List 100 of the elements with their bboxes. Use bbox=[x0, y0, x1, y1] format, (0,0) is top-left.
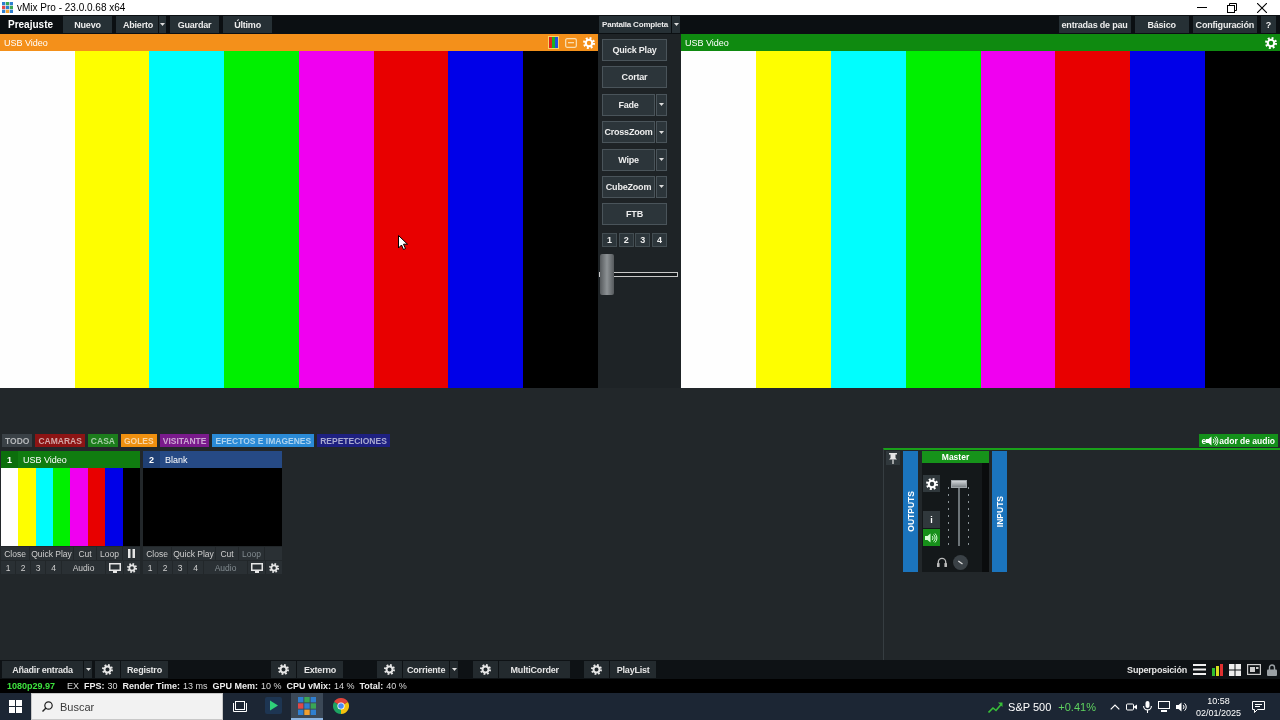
transition-button[interactable]: FTB bbox=[602, 203, 667, 226]
info-button[interactable]: i bbox=[923, 511, 940, 528]
search-field[interactable]: Buscar bbox=[31, 693, 223, 720]
overlay-number-button[interactable]: 3 bbox=[173, 561, 187, 574]
dropdown-button[interactable] bbox=[656, 175, 667, 198]
outputs-button[interactable]: OUTPUTS bbox=[903, 451, 918, 572]
menu-button[interactable]: Configuración bbox=[1192, 16, 1257, 33]
speaker-icon[interactable] bbox=[1175, 701, 1188, 712]
number-button[interactable]: 3 bbox=[635, 233, 651, 248]
dropdown-button[interactable] bbox=[84, 661, 92, 678]
transition-button[interactable]: Quick Play bbox=[602, 39, 667, 61]
list-icon[interactable] bbox=[1193, 664, 1206, 675]
transition-button[interactable]: Wipe bbox=[602, 148, 655, 171]
network-icon[interactable] bbox=[1157, 701, 1170, 712]
gear-icon bbox=[127, 562, 137, 573]
dropdown-button[interactable] bbox=[656, 93, 667, 116]
overlay-number-button[interactable]: 1 bbox=[143, 561, 157, 574]
transition-button[interactable]: Cortar bbox=[602, 66, 667, 89]
dropdown-button[interactable] bbox=[672, 16, 680, 33]
monitor-button[interactable] bbox=[106, 561, 123, 574]
screen-icon[interactable] bbox=[1247, 664, 1261, 675]
menu-button[interactable]: Último bbox=[223, 16, 273, 33]
microphone-icon[interactable] bbox=[1142, 700, 1152, 713]
gear-icon[interactable] bbox=[1265, 36, 1277, 49]
transition-button[interactable]: CrossZoom bbox=[602, 121, 655, 144]
volume-knob[interactable] bbox=[953, 554, 968, 570]
toolbar-button[interactable]: Añadir entrada bbox=[2, 661, 83, 678]
stat-value: 40 % bbox=[386, 681, 407, 691]
input-control-button[interactable]: Cut bbox=[216, 547, 238, 560]
dropdown-button[interactable] bbox=[159, 16, 167, 33]
input-control-button[interactable]: Cut bbox=[74, 547, 96, 560]
transition-button[interactable]: CubeZoom bbox=[602, 175, 655, 198]
settings-button[interactable] bbox=[266, 561, 282, 574]
start-icon bbox=[9, 700, 22, 713]
dropdown-button[interactable] bbox=[450, 661, 459, 678]
overlay-number-button[interactable]: 4 bbox=[188, 561, 203, 574]
menu-button[interactable]: Básico bbox=[1134, 16, 1189, 33]
input-control-button[interactable]: Loop bbox=[97, 547, 122, 560]
category-tag[interactable]: CAMARAS bbox=[35, 434, 85, 447]
level-bars-icon[interactable] bbox=[1212, 663, 1223, 676]
input-control-button[interactable]: Quick Play bbox=[172, 547, 215, 560]
number-button[interactable]: 4 bbox=[652, 233, 668, 248]
chart-up-icon[interactable] bbox=[988, 700, 1004, 713]
pause-button[interactable] bbox=[123, 547, 140, 560]
settings-button[interactable] bbox=[473, 661, 499, 678]
settings-button[interactable] bbox=[923, 475, 940, 492]
toolbar-button[interactable]: PlayList bbox=[610, 661, 657, 678]
grid-icon[interactable] bbox=[1229, 663, 1241, 676]
overlay-number-button[interactable]: 2 bbox=[16, 561, 30, 574]
dropdown-button[interactable] bbox=[656, 121, 667, 144]
menu-button[interactable]: Nuevo bbox=[63, 16, 113, 33]
menu-button[interactable]: entradas de pau bbox=[1058, 16, 1131, 33]
toolbar-button[interactable]: Corriente bbox=[403, 661, 450, 678]
audio-button[interactable]: Audio bbox=[62, 561, 105, 574]
number-button[interactable]: 1 bbox=[602, 233, 617, 248]
toolbar-button[interactable]: Externo bbox=[297, 661, 343, 678]
toolbar-button[interactable]: Registro bbox=[121, 661, 168, 678]
settings-button[interactable] bbox=[377, 661, 402, 678]
pin-button[interactable] bbox=[886, 451, 900, 465]
category-tag[interactable]: VISITANTE bbox=[159, 434, 210, 447]
menu-button[interactable]: Abierto bbox=[116, 16, 159, 33]
category-tag[interactable]: REPETECIONES bbox=[317, 434, 390, 447]
overlay-number-button[interactable]: 4 bbox=[46, 561, 61, 574]
chevron-up-icon[interactable] bbox=[1109, 703, 1120, 710]
lock-icon[interactable] bbox=[1267, 663, 1277, 676]
audio-on-button[interactable] bbox=[923, 529, 940, 546]
input-number: 1 bbox=[1, 451, 18, 468]
overlay-number-button[interactable]: 3 bbox=[31, 561, 45, 574]
audio-mixer-button[interactable]: e ador de audio bbox=[1198, 434, 1278, 447]
settings-button[interactable] bbox=[271, 661, 296, 678]
notification-icon[interactable] bbox=[1252, 700, 1265, 713]
input-control-button[interactable]: Close bbox=[143, 547, 171, 560]
toolbar-button[interactable]: MultiCorder bbox=[499, 661, 571, 678]
overlay-button[interactable]: Superposición bbox=[1127, 661, 1187, 678]
settings-button[interactable] bbox=[95, 661, 120, 678]
transition-button[interactable]: Fade bbox=[602, 93, 655, 116]
settings-button[interactable] bbox=[584, 661, 610, 678]
settings-button[interactable] bbox=[124, 561, 140, 574]
number-button[interactable]: 2 bbox=[618, 233, 634, 248]
overlay-number-button[interactable]: 1 bbox=[1, 561, 15, 574]
video-camera-icon[interactable] bbox=[1125, 701, 1137, 712]
overlay-number-button[interactable]: 2 bbox=[158, 561, 172, 574]
menu-button[interactable]: ? bbox=[1261, 16, 1276, 33]
gear-icon bbox=[925, 477, 938, 490]
fullscreen-button[interactable]: Pantalla Completa bbox=[599, 16, 671, 33]
menu-button[interactable]: Guardar bbox=[170, 16, 220, 33]
category-tag[interactable]: TODO bbox=[2, 434, 33, 447]
dropdown-button[interactable] bbox=[656, 148, 667, 171]
taskbar-app-button[interactable] bbox=[291, 693, 323, 720]
color-bars-icon[interactable] bbox=[548, 36, 559, 49]
fader-handle[interactable] bbox=[950, 480, 967, 489]
transition-bar-handle[interactable] bbox=[600, 254, 614, 296]
ticker-change: +0.41% bbox=[1058, 700, 1096, 713]
input-control-button[interactable]: Quick Play bbox=[30, 547, 73, 560]
arrow-app-icon bbox=[264, 697, 282, 714]
monitor-button[interactable] bbox=[248, 561, 265, 574]
volume-fader-track[interactable] bbox=[948, 477, 969, 546]
gear-icon bbox=[384, 664, 395, 675]
inputs-button[interactable]: INPUTS bbox=[992, 451, 1007, 572]
input-control-button[interactable]: Close bbox=[1, 547, 29, 560]
